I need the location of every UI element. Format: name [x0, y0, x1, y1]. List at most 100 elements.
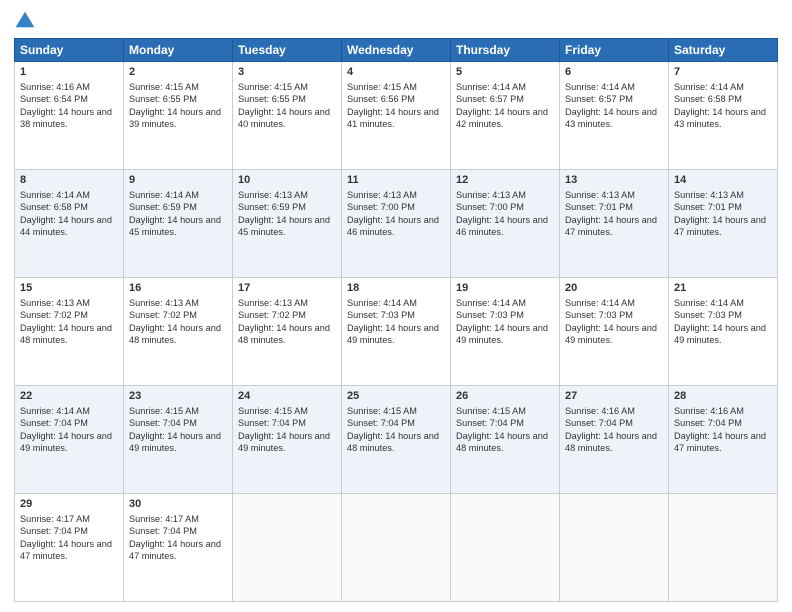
col-header-sunday: Sunday: [15, 39, 124, 62]
calendar-cell-w3-5: 20 Sunrise: 4:14 AM Sunset: 7:03 PM Dayligh…: [560, 278, 669, 386]
day-number: 17: [238, 281, 336, 296]
sunrise-label: Sunrise: 4:13 AM: [674, 190, 744, 200]
sunrise-label: Sunrise: 4:14 AM: [674, 298, 744, 308]
sunrise-label: Sunrise: 4:14 AM: [674, 82, 744, 92]
calendar-cell-w3-1: 16Sunrise: 4:13 AMSunset: 7:02 PMDayligh…: [124, 278, 233, 386]
sunset-label: Sunset: 7:00 PM: [347, 202, 415, 212]
sunset-label: Sunset: 6:57 PM: [456, 94, 524, 104]
day-number: 25: [347, 389, 445, 404]
sunset-label: Sunset: 7:01 PM: [565, 202, 633, 212]
sunrise-label: Sunrise: 4:13 AM: [565, 190, 635, 200]
calendar-row-3: 15Sunrise: 4:13 AMSunset: 7:02 PMDayligh…: [15, 278, 778, 386]
daylight-label: Daylight: 14 hours and 49 minutes.: [238, 431, 330, 453]
day-number: 9: [129, 173, 227, 188]
day-number: 8: [20, 173, 118, 188]
daylight-label: Daylight: 14 hours and 48 minutes.: [129, 323, 221, 345]
daylight-label: Daylight: 14 hours and 46 minutes.: [347, 215, 439, 237]
daylight-label: Daylight: 14 hours and 41 minutes.: [347, 107, 439, 129]
calendar-cell-w4-6: 28 Sunrise: 4:16 AM Sunset: 7:04 PM Dayligh…: [669, 386, 778, 494]
sunrise-label: Sunrise: 4:13 AM: [456, 190, 526, 200]
daylight-label: Daylight: 14 hours and 38 minutes.: [20, 107, 112, 129]
day-number: 1: [20, 65, 118, 80]
sunset-label: Sunset: 7:04 PM: [129, 526, 197, 536]
calendar-cell-w3-4: 19Sunrise: 4:14 AMSunset: 7:03 PMDayligh…: [451, 278, 560, 386]
sunrise-label: Sunrise: 4:15 AM: [129, 406, 199, 416]
sunset-label: Sunset: 6:59 PM: [129, 202, 197, 212]
sunrise-label: Sunrise: 4:16 AM: [674, 406, 744, 416]
sunset-label: Sunset: 7:04 PM: [238, 418, 306, 428]
day-number: 30: [129, 497, 227, 512]
calendar-cell-w2-1: 9Sunrise: 4:14 AMSunset: 6:59 PMDaylight…: [124, 170, 233, 278]
sunrise-label: Sunrise: 4:15 AM: [238, 406, 308, 416]
col-header-friday: Friday: [560, 39, 669, 62]
daylight-label: Daylight: 14 hours and 49 minutes.: [674, 323, 766, 345]
logo: [14, 10, 36, 32]
calendar-cell-w5-1: 30Sunrise: 4:17 AMSunset: 7:04 PMDayligh…: [124, 494, 233, 602]
sunrise-label: Sunrise: 4:14 AM: [456, 298, 526, 308]
day-number: 24: [238, 389, 336, 404]
sunrise-label: Sunrise: 4:13 AM: [238, 190, 308, 200]
day-number: 28: [674, 389, 772, 404]
sunrise-label: Sunrise: 4:13 AM: [238, 298, 308, 308]
page: SundayMondayTuesdayWednesdayThursdayFrid…: [0, 0, 792, 612]
calendar-cell-w2-4: 12Sunrise: 4:13 AMSunset: 7:00 PMDayligh…: [451, 170, 560, 278]
daylight-label: Daylight: 14 hours and 47 minutes.: [674, 431, 766, 453]
calendar-cell-w5-6: [669, 494, 778, 602]
daylight-label: Daylight: 14 hours and 40 minutes.: [238, 107, 330, 129]
day-number: 5: [456, 65, 554, 80]
daylight-label: Daylight: 14 hours and 42 minutes.: [456, 107, 548, 129]
sunrise-label: Sunrise: 4:17 AM: [129, 514, 199, 524]
calendar-cell-4: 4Sunrise: 4:15 AMSunset: 6:56 PMDaylight…: [342, 62, 451, 170]
daylight-label: Daylight: 14 hours and 49 minutes.: [456, 323, 548, 345]
calendar-cell-w3-3: 18Sunrise: 4:14 AMSunset: 7:03 PMDayligh…: [342, 278, 451, 386]
sunset-label: Sunset: 7:02 PM: [238, 310, 306, 320]
calendar-cell-2: 2Sunrise: 4:15 AMSunset: 6:55 PMDaylight…: [124, 62, 233, 170]
calendar-cell-w4-0: 22Sunrise: 4:14 AMSunset: 7:04 PMDayligh…: [15, 386, 124, 494]
calendar-cell-w2-6: 14Sunrise: 4:13 AMSunset: 7:01 PMDayligh…: [669, 170, 778, 278]
sunset-label: Sunset: 6:55 PM: [238, 94, 306, 104]
calendar-cell-w2-3: 11Sunrise: 4:13 AMSunset: 7:00 PMDayligh…: [342, 170, 451, 278]
calendar-cell-3: 3Sunrise: 4:15 AMSunset: 6:55 PMDaylight…: [233, 62, 342, 170]
sunrise-label: Sunrise: 4:14 AM: [347, 298, 417, 308]
daylight-label: Daylight: 14 hours and 45 minutes.: [129, 215, 221, 237]
daylight-label: Daylight: 14 hours and 48 minutes.: [20, 323, 112, 345]
calendar-cell-w5-3: [342, 494, 451, 602]
daylight-label: Daylight: 14 hours and 49 minutes.: [20, 431, 112, 453]
sunset-label: Sunset: 7:04 PM: [565, 418, 633, 428]
day-number: 18: [347, 281, 445, 296]
sunset-label: Sunset: 7:03 PM: [347, 310, 415, 320]
daylight-label: Daylight: 14 hours and 48 minutes.: [565, 431, 657, 453]
sunset-label: Sunset: 7:04 PM: [20, 418, 88, 428]
sunset-label: Sunset: 6:57 PM: [565, 94, 633, 104]
daylight-label: Daylight: 14 hours and 46 minutes.: [456, 215, 548, 237]
sunset-label: Sunset: 7:04 PM: [129, 418, 197, 428]
sunrise-label: Sunrise: 4:15 AM: [456, 406, 526, 416]
sunset-label: Sunset: 7:03 PM: [565, 310, 633, 320]
day-number: 27: [565, 389, 663, 404]
daylight-label: Daylight: 14 hours and 49 minutes.: [565, 323, 657, 345]
sunset-label: Sunset: 7:00 PM: [456, 202, 524, 212]
day-number: 7: [674, 65, 772, 80]
day-number: 20: [565, 281, 663, 296]
daylight-label: Daylight: 14 hours and 44 minutes.: [20, 215, 112, 237]
calendar-cell-w4-2: 24 Sunrise: 4:15 AM Sunset: 7:04 PM Dayligh…: [233, 386, 342, 494]
calendar-row-4: 22Sunrise: 4:14 AMSunset: 7:04 PMDayligh…: [15, 386, 778, 494]
calendar-cell-w4-4: 26Sunrise: 4:15 AMSunset: 7:04 PMDayligh…: [451, 386, 560, 494]
sunrise-label: Sunrise: 4:17 AM: [20, 514, 90, 524]
calendar-cell-w2-0: 8Sunrise: 4:14 AMSunset: 6:58 PMDaylight…: [15, 170, 124, 278]
calendar-cell-w4-5: 27Sunrise: 4:16 AMSunset: 7:04 PMDayligh…: [560, 386, 669, 494]
sunrise-label: Sunrise: 4:15 AM: [347, 406, 417, 416]
sunset-label: Sunset: 6:58 PM: [20, 202, 88, 212]
sunrise-label: Sunrise: 4:14 AM: [565, 298, 635, 308]
sunset-label: Sunset: 7:04 PM: [20, 526, 88, 536]
col-header-tuesday: Tuesday: [233, 39, 342, 62]
generalblue-icon: [14, 10, 36, 32]
calendar-row-1: 1Sunrise: 4:16 AMSunset: 6:54 PMDaylight…: [15, 62, 778, 170]
day-number: 26: [456, 389, 554, 404]
calendar-cell-w2-2: 10Sunrise: 4:13 AMSunset: 6:59 PMDayligh…: [233, 170, 342, 278]
sunrise-label: Sunrise: 4:15 AM: [129, 82, 199, 92]
daylight-label: Daylight: 14 hours and 47 minutes.: [565, 215, 657, 237]
col-header-thursday: Thursday: [451, 39, 560, 62]
sunset-label: Sunset: 7:04 PM: [674, 418, 742, 428]
calendar-cell-w3-0: 15Sunrise: 4:13 AMSunset: 7:02 PMDayligh…: [15, 278, 124, 386]
